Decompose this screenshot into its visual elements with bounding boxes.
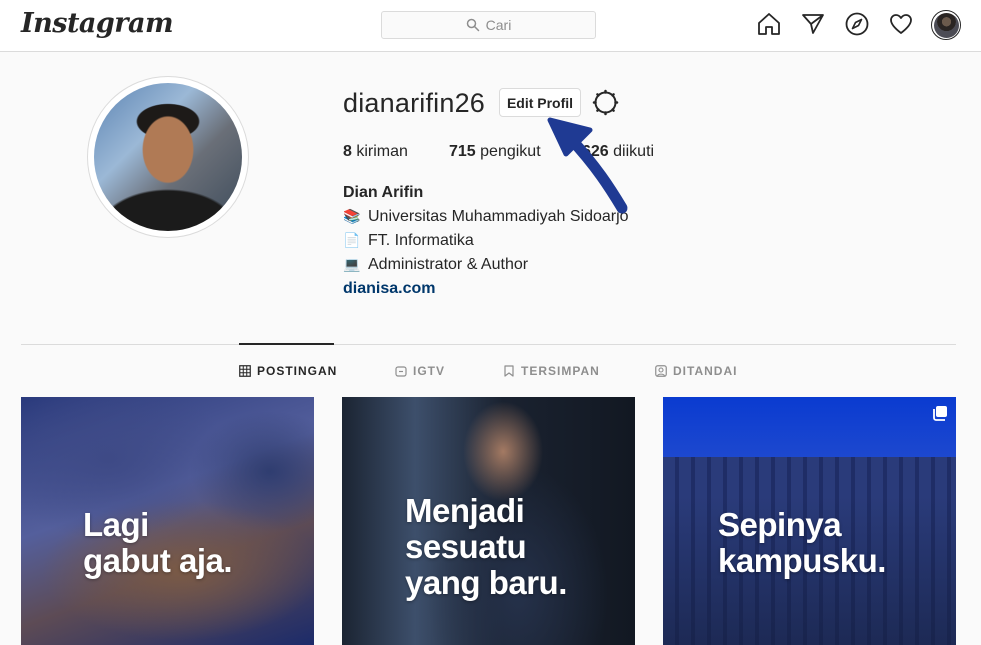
- home-icon[interactable]: [756, 11, 782, 37]
- multiple-photos-icon: [933, 406, 947, 421]
- search-placeholder: Cari: [485, 17, 512, 33]
- profile-photo: [94, 83, 242, 231]
- profile-username: dianarifin26: [343, 88, 486, 118]
- search-input[interactable]: Cari: [381, 11, 596, 39]
- profile-avatar[interactable]: [931, 10, 961, 40]
- post-caption-overlay: Lagi gabut aja.: [83, 506, 233, 579]
- post-caption-overlay: Menjadi sesuatu yang baru.: [405, 492, 567, 601]
- tab-saved[interactable]: TERSIMPAN: [503, 364, 600, 378]
- search-icon: [466, 18, 479, 32]
- post-thumbnail[interactable]: Menjadi sesuatu yang baru.: [342, 397, 635, 645]
- direct-icon[interactable]: [800, 11, 826, 37]
- instagram-logo[interactable]: Instagram: [21, 8, 174, 39]
- tab-tagged[interactable]: DITANDAI: [655, 364, 737, 378]
- bookmark-icon: [504, 365, 514, 377]
- profile-full-name: Dian Arifin: [343, 184, 424, 201]
- grid-icon: [239, 365, 251, 377]
- profile-picture[interactable]: [87, 76, 249, 238]
- post-thumbnail[interactable]: Lagi gabut aja.: [21, 397, 314, 645]
- bio-line: 💻 Administrator & Author: [343, 256, 529, 273]
- activity-heart-icon[interactable]: [888, 11, 914, 37]
- top-navbar: Instagram Cari: [0, 0, 981, 52]
- books-icon: 📚: [343, 209, 361, 225]
- explore-icon[interactable]: [844, 11, 870, 37]
- bio-line: 📄 FT. Informatika: [343, 232, 474, 249]
- tagged-person-icon: [655, 365, 667, 377]
- tab-posts[interactable]: POSTINGAN: [239, 364, 337, 378]
- igtv-icon: [395, 366, 407, 377]
- stat-posts: 8 kiriman: [343, 143, 408, 160]
- profile-website-link[interactable]: dianisa.com: [343, 280, 435, 298]
- annotation-arrow: [547, 117, 628, 214]
- active-tab-indicator: [239, 343, 334, 345]
- post-caption-overlay: Sepinya kampusku.: [718, 506, 886, 579]
- stat-followers[interactable]: 715 pengikut: [449, 143, 541, 161]
- page-icon: 📄: [343, 233, 361, 249]
- post-thumbnail[interactable]: Sepinya kampusku.: [663, 397, 956, 645]
- laptop-icon: 💻: [343, 257, 361, 273]
- tab-igtv[interactable]: IGTV: [395, 364, 445, 378]
- tabs-divider: [21, 344, 956, 345]
